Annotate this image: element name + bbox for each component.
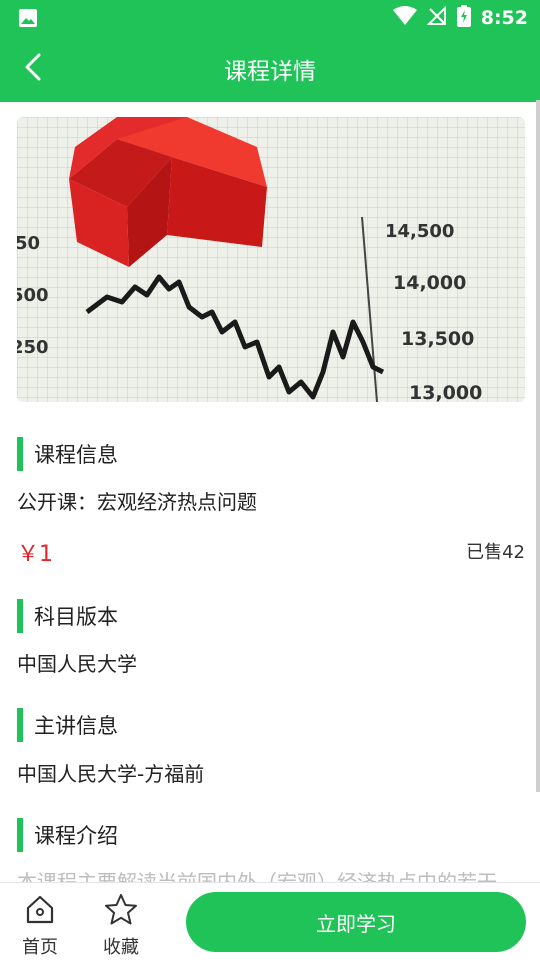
scrollbar[interactable] <box>536 100 540 792</box>
banner-chart-label: 250 <box>17 337 49 358</box>
banner-chart-label: 13,000 <box>409 382 482 402</box>
status-time: 8:52 <box>480 7 528 29</box>
banner-chart-label: 500 <box>17 285 49 306</box>
banner-chart-label: 14,000 <box>393 272 466 294</box>
nav-bar: 课程详情 <box>0 36 540 102</box>
home-icon <box>24 893 56 929</box>
intro-title: 课程介绍 <box>34 824 118 848</box>
wifi-icon <box>392 6 417 30</box>
banner-chart-label: 50 <box>17 233 40 254</box>
section-accent-bar <box>17 437 23 471</box>
intro-heading: 课程介绍 <box>17 818 118 852</box>
bottom-nav: 首页 收藏 立即学习 <box>0 882 540 960</box>
subject-value: 中国人民大学 <box>17 652 137 676</box>
course-banner-image: 14,500 14,000 13,500 13,000 50 500 250 <box>17 117 525 402</box>
tab-favorite[interactable]: 收藏 <box>91 893 151 958</box>
banner-chart-label: 13,500 <box>401 328 474 350</box>
tab-home[interactable]: 首页 <box>10 893 70 958</box>
section-accent-bar <box>17 599 23 633</box>
course-price: ￥1 <box>17 542 53 567</box>
course-info-heading: 课程信息 <box>17 437 118 471</box>
section-accent-bar <box>17 708 23 742</box>
tab-home-label: 首页 <box>22 937 58 958</box>
start-study-button[interactable]: 立即学习 <box>186 892 526 952</box>
course-name: 公开课：宏观经济热点问题 <box>17 490 257 514</box>
course-info-title: 课程信息 <box>34 443 118 467</box>
intro-text: 本课程主要解读当前国内外（宏观）经济热点中的若干 <box>17 870 497 882</box>
tab-favorite-label: 收藏 <box>103 937 139 958</box>
subject-title: 科目版本 <box>34 605 118 629</box>
page-title: 课程详情 <box>224 59 316 85</box>
lecturer-value: 中国人民大学-方福前 <box>17 762 205 786</box>
lecturer-title: 主讲信息 <box>34 714 118 738</box>
section-accent-bar <box>17 818 23 852</box>
subject-heading: 科目版本 <box>17 599 118 633</box>
battery-charging-icon <box>456 5 471 31</box>
banner-chart-label: 14,500 <box>385 221 454 242</box>
course-detail-content[interactable]: 14,500 14,000 13,500 13,000 50 500 250 课… <box>0 102 540 882</box>
no-signal-icon <box>426 5 447 30</box>
image-icon <box>18 8 38 32</box>
lecturer-heading: 主讲信息 <box>17 708 118 742</box>
sold-count: 已售42 <box>466 542 525 563</box>
app-header: 8:52 课程详情 <box>0 0 540 102</box>
star-icon <box>104 893 138 929</box>
status-bar: 8:52 <box>0 0 540 36</box>
